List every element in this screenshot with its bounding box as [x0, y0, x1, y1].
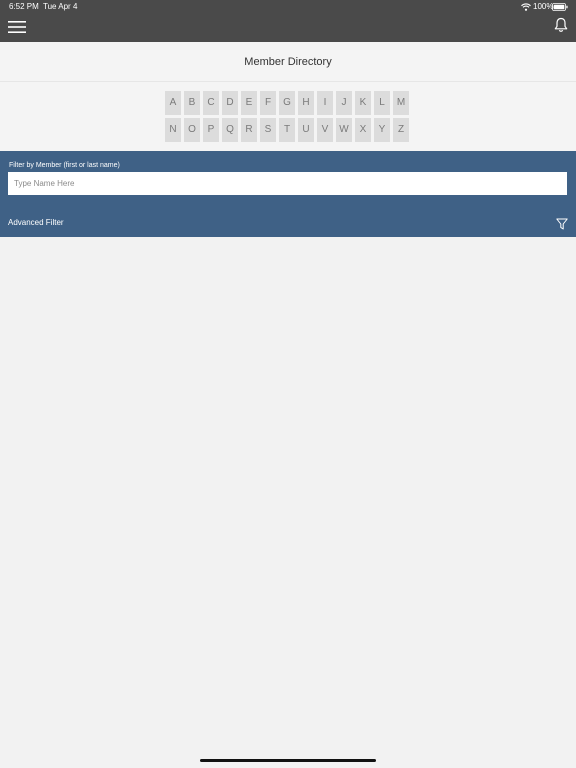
home-indicator: [200, 759, 376, 762]
letter-key-r[interactable]: R: [241, 118, 257, 142]
status-time: 6:52 PM: [9, 2, 39, 11]
filter-panel: Filter by Member (first or last name) Ad…: [0, 151, 576, 237]
wifi-icon: [521, 3, 531, 11]
filter-icon[interactable]: [556, 218, 568, 230]
letter-key-a[interactable]: A: [165, 91, 181, 115]
letter-key-m[interactable]: M: [393, 91, 409, 115]
letter-key-f[interactable]: F: [260, 91, 276, 115]
page-title: Member Directory: [244, 56, 332, 68]
letter-key-h[interactable]: H: [298, 91, 314, 115]
letter-key-b[interactable]: B: [184, 91, 200, 115]
letter-key-c[interactable]: C: [203, 91, 219, 115]
status-date: Tue Apr 4: [43, 2, 78, 11]
letter-key-p[interactable]: P: [203, 118, 219, 142]
battery-percent: 100%: [533, 2, 554, 11]
letter-key-k[interactable]: K: [355, 91, 371, 115]
letter-key-t[interactable]: T: [279, 118, 295, 142]
letter-key-x[interactable]: X: [355, 118, 371, 142]
alphabet-index: ABCDEFGHIJKLM NOPQRSTUVWXYZ: [0, 82, 576, 151]
filter-label: Filter by Member (first or last name): [9, 162, 120, 169]
letter-key-w[interactable]: W: [336, 118, 352, 142]
results-area: [0, 237, 576, 768]
letter-key-z[interactable]: Z: [393, 118, 409, 142]
letter-key-j[interactable]: J: [336, 91, 352, 115]
letter-key-u[interactable]: U: [298, 118, 314, 142]
bell-icon[interactable]: [554, 17, 568, 33]
alphabet-row-1: ABCDEFGHIJKLM: [165, 91, 412, 115]
title-bar: Member Directory: [0, 42, 576, 82]
hamburger-menu-icon[interactable]: [8, 19, 26, 35]
battery-icon: [552, 3, 568, 11]
letter-key-g[interactable]: G: [279, 91, 295, 115]
advanced-filter-button[interactable]: Advanced Filter: [8, 218, 64, 228]
letter-key-i[interactable]: I: [317, 91, 333, 115]
member-name-input[interactable]: [8, 172, 567, 195]
top-bar: 6:52 PM Tue Apr 4 100%: [0, 0, 576, 42]
letter-key-e[interactable]: E: [241, 91, 257, 115]
letter-key-y[interactable]: Y: [374, 118, 390, 142]
letter-key-v[interactable]: V: [317, 118, 333, 142]
letter-key-l[interactable]: L: [374, 91, 390, 115]
alphabet-row-2: NOPQRSTUVWXYZ: [165, 118, 412, 142]
letter-key-s[interactable]: S: [260, 118, 276, 142]
letter-key-q[interactable]: Q: [222, 118, 238, 142]
letter-key-n[interactable]: N: [165, 118, 181, 142]
letter-key-o[interactable]: O: [184, 118, 200, 142]
letter-key-d[interactable]: D: [222, 91, 238, 115]
